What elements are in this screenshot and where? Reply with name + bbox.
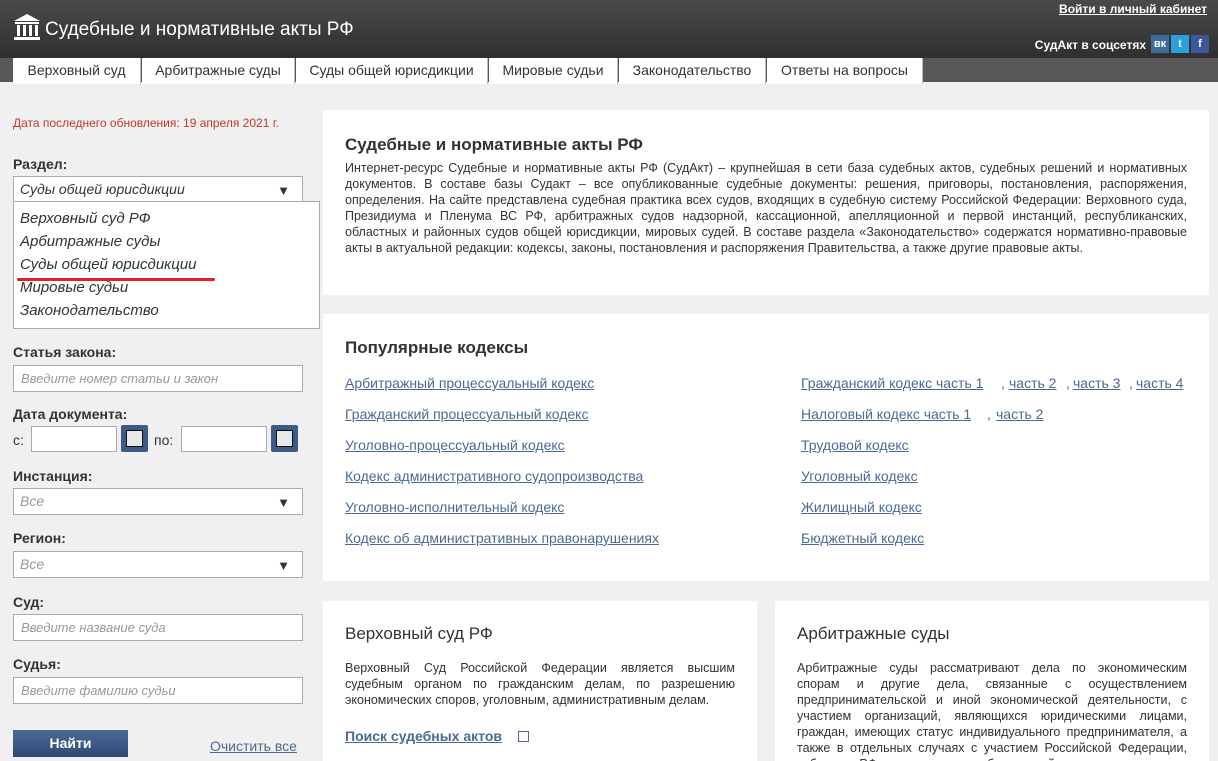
last-updated: Дата последнего обновления: 19 апреля 20…	[13, 116, 279, 130]
site-title[interactable]: Судебные и нормативные акты РФ	[45, 19, 354, 41]
dropdown-item-general[interactable]: Суды общей юрисдикции	[20, 256, 197, 273]
tab-magistrates[interactable]: Мировые судьи	[489, 58, 618, 84]
calendar-icon[interactable]	[121, 425, 148, 452]
calendar-icon[interactable]	[271, 425, 298, 452]
external-link-icon	[518, 731, 529, 742]
panel-title[interactable]: Верховный суд РФ	[345, 624, 493, 644]
date-label: Дата документа:	[13, 406, 128, 422]
chevron-down-icon[interactable]: ▼	[277, 490, 290, 515]
separator: ,	[1066, 375, 1070, 391]
supreme-court-panel: Верховный суд РФ Верховный Суд Российско…	[323, 601, 757, 761]
region-label: Регион:	[13, 530, 66, 546]
codes-title: Популярные кодексы	[345, 338, 529, 357]
separator: ,	[987, 406, 991, 422]
chevron-down-icon[interactable]: ▼	[277, 178, 290, 203]
instance-value: Все	[20, 493, 45, 509]
code-link[interactable]: Гражданский процессуальный кодекс	[345, 406, 588, 422]
code-link[interactable]: часть 2	[996, 406, 1043, 422]
panel-text: Верховный Суд Российской Федерации являе…	[345, 661, 735, 707]
login-link[interactable]: Войти в личный кабинет	[1059, 2, 1207, 16]
facebook-icon[interactable]: f	[1191, 35, 1209, 53]
popular-codes-panel: Популярные кодексы Арбитражный процессуа…	[323, 314, 1209, 581]
search-acts-link[interactable]: Поиск судебных актов	[345, 728, 502, 744]
tab-arbitration-courts[interactable]: Арбитражные суды	[142, 58, 295, 84]
dropdown-item-arbitration[interactable]: Арбитражные суды	[20, 233, 160, 250]
dropdown-item-legislation[interactable]: Законодательство	[20, 302, 159, 319]
code-link[interactable]: Гражданский кодекс часть 1	[801, 375, 983, 391]
clear-all-link[interactable]: Очистить все	[210, 738, 297, 754]
court-label: Суд:	[13, 594, 45, 610]
code-link[interactable]: Кодекс административного судопроизводств…	[345, 468, 643, 484]
panel-text: Арбитражные суды рассматривают дела по э…	[797, 661, 1187, 761]
section-dropdown: Верховный суд РФ Арбитражные суды Суды о…	[13, 201, 320, 329]
vk-icon[interactable]: вк	[1151, 35, 1169, 53]
panel-title[interactable]: Арбитражные суды	[797, 624, 949, 644]
law-input[interactable]: Введите номер статьи и закон	[13, 365, 303, 392]
code-link[interactable]: Бюджетный кодекс	[801, 530, 924, 546]
search-button[interactable]: Найти	[13, 730, 128, 757]
dropdown-item-supreme[interactable]: Верховный суд РФ	[20, 210, 151, 227]
intro-text: Интернет-ресурс Судебные и нормативные а…	[345, 161, 1187, 255]
section-select[interactable]: Суды общей юрисдикции ▼	[13, 176, 303, 203]
code-link[interactable]: Арбитражный процессуальный кодекс	[345, 375, 594, 391]
code-link[interactable]: часть 4	[1136, 375, 1183, 391]
intro-title: Судебные и нормативные акты РФ	[345, 135, 643, 154]
tab-general-courts[interactable]: Суды общей юрисдикции	[296, 58, 488, 84]
code-link[interactable]: Уголовный кодекс	[801, 468, 918, 484]
section-label: Раздел:	[13, 156, 68, 172]
law-label: Статья закона:	[13, 344, 117, 360]
tab-supreme-court[interactable]: Верховный суд	[13, 58, 141, 84]
code-link[interactable]: Жилищный кодекс	[801, 499, 922, 515]
date-from-input[interactable]	[31, 426, 117, 452]
code-link[interactable]: Налоговый кодекс часть 1	[801, 406, 971, 422]
site-header: Судебные и нормативные акты РФ Войти в л…	[0, 0, 1218, 58]
dropdown-item-magistrates[interactable]: Мировые судьи	[20, 279, 128, 296]
arbitration-courts-panel: Арбитражные суды Арбитражные суды рассма…	[775, 601, 1209, 761]
courthouse-icon[interactable]	[13, 13, 41, 41]
intro-panel: Судебные и нормативные акты РФ Интернет-…	[323, 110, 1209, 295]
tab-faq[interactable]: Ответы на вопросы	[767, 58, 923, 84]
code-link[interactable]: Кодекс об административных правонарушени…	[345, 530, 659, 546]
date-to-input[interactable]	[181, 426, 267, 452]
twitter-icon[interactable]: t	[1171, 35, 1189, 53]
chevron-down-icon[interactable]: ▼	[277, 553, 290, 578]
separator: ,	[1129, 375, 1133, 391]
code-link[interactable]: часть 3	[1073, 375, 1120, 391]
judge-label: Судья:	[13, 656, 61, 672]
region-select[interactable]: Все ▼	[13, 551, 303, 578]
code-link[interactable]: Уголовно-процессуальный кодекс	[345, 437, 565, 453]
region-value: Все	[20, 556, 45, 572]
tab-legislation[interactable]: Законодательство	[619, 58, 766, 84]
code-link[interactable]: часть 2	[1009, 375, 1056, 391]
instance-select[interactable]: Все ▼	[13, 488, 303, 515]
judge-input[interactable]: Введите фамилию судьи	[13, 677, 303, 704]
code-link[interactable]: Трудовой кодекс	[801, 437, 909, 453]
court-input[interactable]: Введите название суда	[13, 614, 303, 641]
section-select-value: Суды общей юрисдикции	[20, 181, 185, 197]
date-to-label: по:	[154, 432, 174, 448]
main-nav: Верховный суд Арбитражные суды Суды обще…	[0, 58, 1218, 84]
code-link[interactable]: Уголовно-исполнительный кодекс	[345, 499, 564, 515]
instance-label: Инстанция:	[13, 468, 93, 484]
social-label: СудАкт в соцсетях	[1034, 38, 1146, 52]
date-from-label: с:	[13, 432, 24, 448]
separator: ,	[1001, 375, 1005, 391]
